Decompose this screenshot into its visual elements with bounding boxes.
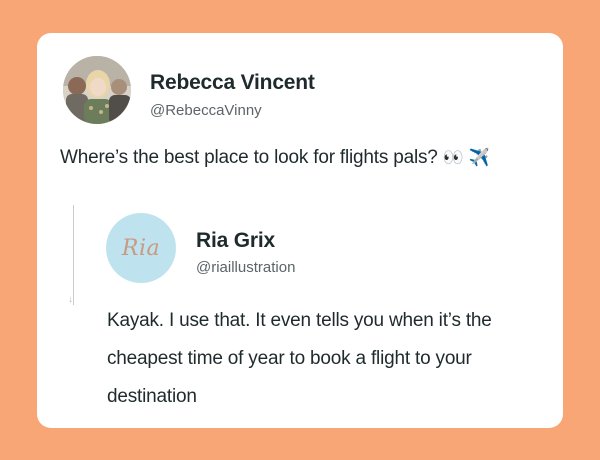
- tweet-card: Rebecca Vincent @RebeccaVinny Where’s th…: [37, 33, 563, 428]
- reply-author-name[interactable]: Ria Grix: [196, 229, 275, 253]
- group-photo-avatar-image: [63, 56, 131, 124]
- thread-connector-line: [73, 205, 74, 305]
- tweet-text-body: Where’s the best place to look for fligh…: [60, 147, 438, 168]
- tweet-text: Where’s the best place to look for fligh…: [60, 147, 490, 169]
- thread-arrow-icon: ↓: [68, 294, 73, 305]
- reply-text: Kayak. I use that. It even tells you whe…: [107, 310, 492, 407]
- avatar[interactable]: [63, 56, 131, 124]
- author-handle[interactable]: @RebeccaVinny: [150, 102, 262, 119]
- reply-avatar[interactable]: Ria: [106, 213, 176, 283]
- reply-author-handle[interactable]: @riaillustration: [196, 259, 295, 276]
- reply-avatar-logo-text: Ria: [121, 235, 161, 261]
- author-name[interactable]: Rebecca Vincent: [150, 71, 315, 95]
- eyes-airplane-emoji-icon: 👀 ✈️: [442, 148, 490, 168]
